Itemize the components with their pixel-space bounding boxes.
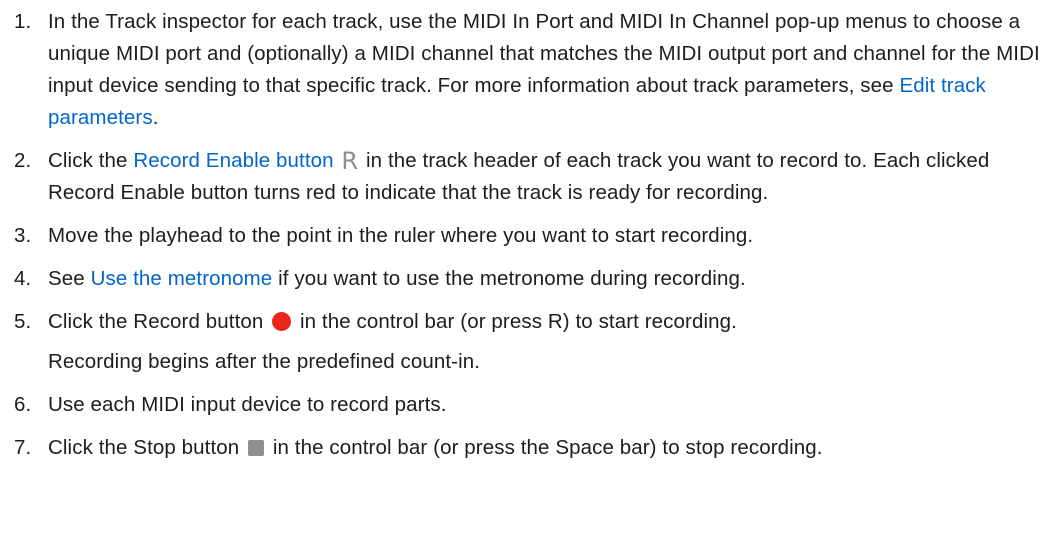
step-content: In the Track inspector for each track, u… <box>48 6 1054 134</box>
step-text: In the Track inspector for each track, u… <box>48 6 1054 134</box>
step-text-part: Click the Stop button <box>48 436 246 459</box>
step-number: 1. <box>14 10 32 33</box>
step-content: See Use the metronome if you want to use… <box>48 263 746 295</box>
step-content: Click the Record Enable button R in the … <box>48 145 1054 209</box>
step-content: Click the Stop button in the control bar… <box>48 432 823 464</box>
step-7: 7. Click the Stop button in the control … <box>14 432 1054 464</box>
step-text-part: Click the Record button <box>48 310 270 333</box>
record-icon <box>272 312 292 331</box>
record-enable-button-link[interactable]: Record Enable button <box>133 149 333 172</box>
step-3: 3. Move the playhead to the point in the… <box>14 220 1054 252</box>
step-note: Recording begins after the predefined co… <box>48 350 481 373</box>
instruction-steps-list: 1. In the Track inspector for each track… <box>0 0 1054 464</box>
step-content: Use each MIDI input device to record par… <box>48 389 447 421</box>
record-enable-icon: R <box>341 147 359 175</box>
step-number: 6. <box>14 393 32 416</box>
step-2: 2. Click the Record Enable button R in t… <box>14 145 1054 209</box>
step-content: Move the playhead to the point in the ru… <box>48 220 753 252</box>
step-number: 4. <box>14 267 32 290</box>
step-text: Move the playhead to the point in the ru… <box>48 224 754 247</box>
step-text: Click the Stop button in the control bar… <box>48 432 823 464</box>
step-text-part: See <box>48 267 91 290</box>
step-6: 6. Use each MIDI input device to record … <box>14 389 1054 421</box>
step-number: 5. <box>14 310 32 333</box>
step-text-part: in the control bar (or press R) to start… <box>294 310 737 333</box>
step-text-part: In the Track inspector for each track, u… <box>48 10 1040 97</box>
step-number: 3. <box>14 224 32 247</box>
step-content: Click the Record button in the control b… <box>48 306 737 378</box>
step-4: 4. See Use the metronome if you want to … <box>14 263 1054 295</box>
use-the-metronome-link[interactable]: Use the metronome <box>91 267 273 290</box>
step-text: See Use the metronome if you want to use… <box>48 263 746 295</box>
step-1: 1. In the Track inspector for each track… <box>14 6 1054 134</box>
step-5: 5. Click the Record button in the contro… <box>14 306 1054 378</box>
step-text-part: if you want to use the metronome during … <box>272 267 746 290</box>
step-text-part: in the control bar (or press the Space b… <box>267 436 823 459</box>
step-text: Use each MIDI input device to record par… <box>48 393 447 416</box>
step-text-part: Click the <box>48 149 134 172</box>
step-number: 2. <box>14 149 32 172</box>
step-number: 7. <box>14 436 32 459</box>
stop-icon <box>248 440 265 456</box>
step-text: Click the Record Enable button R in the … <box>48 145 1054 209</box>
step-text: Click the Record button in the control b… <box>48 306 737 338</box>
step-text-part: . <box>152 106 159 129</box>
